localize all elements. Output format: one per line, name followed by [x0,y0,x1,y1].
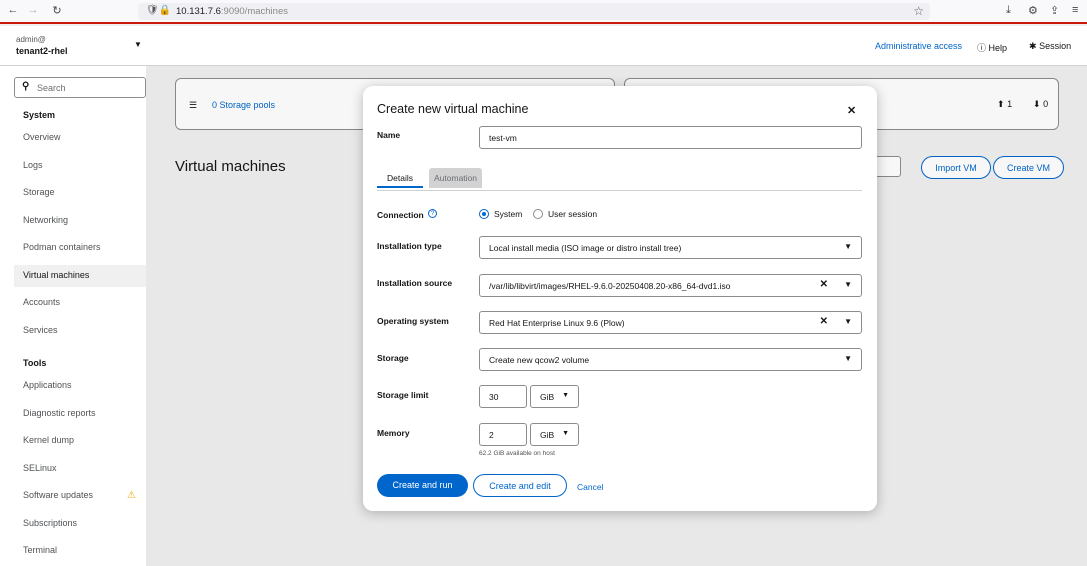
session-button[interactable]: ✱ Session [1029,41,1071,52]
share-icon[interactable]: ⇪ [1050,4,1059,17]
caret-down-icon: ▼ [562,392,569,399]
name-field[interactable]: test-vm [479,126,862,149]
search-icon: ⚲ [22,81,30,92]
sidebar-item-overview[interactable]: Overview [14,127,146,149]
installation-type-select[interactable]: Local install media (ISO image or distro… [479,236,862,259]
cancel-button[interactable]: Cancel [577,482,603,492]
caret-down-icon[interactable]: ▼ [844,317,852,326]
administrative-access-button[interactable]: Administrative access [875,41,962,51]
sidebar-item-terminal[interactable]: Terminal [14,540,146,562]
caret-down-icon[interactable]: ▼ [844,280,852,289]
memory-unit-select[interactable]: GiB ▼ [530,423,579,446]
host-name[interactable]: tenant2-rhel [16,46,68,56]
nav-section-tools: Tools [23,358,47,368]
storage-limit-label: Storage limit [377,390,429,400]
create-and-edit-button[interactable]: Create and edit [473,474,567,497]
connection-system-radio[interactable] [479,209,489,219]
sidebar-item-services[interactable]: Services [14,320,146,342]
help-circle-icon[interactable]: ? [428,209,437,218]
installation-type-label: Installation type [377,241,442,251]
create-vm-dialog: Create new virtual machine ✕ Name test-v… [363,86,877,511]
forward-arrow-icon[interactable]: → [26,4,40,16]
sidebar-item-subscriptions[interactable]: Subscriptions [14,513,146,535]
nav-section-system: System [23,110,56,120]
tab-automation[interactable]: Automation [429,168,482,188]
menu-icon[interactable]: ≡ [1072,4,1078,16]
sidebar-item-storage[interactable]: Storage [14,182,146,204]
host-user: admin@ [16,35,46,44]
shield-lock-icon[interactable]: 🛡🔒 [146,5,171,16]
help-button[interactable]: ⓘ Help [977,41,1007,54]
sidebar-item-applications[interactable]: Applications [14,375,146,397]
storage-limit-unit-value: GiB [540,392,555,402]
masthead: admin@ tenant2-rhel ▼ Administrative acc… [0,26,1087,66]
warning-icon: ⚠ [127,490,136,501]
sidebar-item-diagnostic-reports[interactable]: Diagnostic reports [14,403,146,425]
help-circle-icon: ⓘ [977,43,987,53]
sidebar-item-virtual-machines[interactable]: Virtual machines [14,265,146,287]
storage-limit-unit-select[interactable]: GiB ▼ [530,385,579,408]
installation-source-value: /var/lib/libvirt/images/RHEL-9.6.0-20250… [489,281,731,291]
close-icon[interactable]: ✕ [847,104,856,117]
search-placeholder: Search [37,83,66,93]
operating-system-value: Red Hat Enterprise Linux 9.6 (Plow) [489,318,625,328]
connection-label: Connection [377,210,424,220]
clear-icon[interactable]: ✕ [820,316,828,327]
connection-system-label[interactable]: System [494,209,522,219]
dialog-title: Create new virtual machine [377,102,529,116]
browser-toolbar: ← → ↻ 🛡🔒 10.131.7.6:9090/machines ☆ ⤓ ⚙ … [0,0,1087,24]
installation-source-label: Installation source [377,278,453,288]
create-and-run-button[interactable]: Create and run [377,474,468,497]
tab-details[interactable]: Details [377,168,423,188]
caret-down-icon[interactable]: ▼ [134,40,142,49]
memory-input[interactable]: 2 [479,423,527,446]
storage-value: Create new qcow2 volume [489,355,590,365]
download-icon[interactable]: ⤓ [1006,4,1011,17]
caret-down-icon: ▼ [844,242,852,251]
memory-label: Memory [377,428,410,438]
sidebar-item-accounts[interactable]: Accounts [14,292,146,314]
operating-system-label: Operating system [377,316,449,326]
back-arrow-icon[interactable]: ← [6,4,20,16]
storage-select[interactable]: Create new qcow2 volume ▼ [479,348,862,371]
installation-source-select[interactable]: /var/lib/libvirt/images/RHEL-9.6.0-20250… [479,274,862,297]
storage-label: Storage [377,353,409,363]
gear-icon: ✱ [1029,41,1037,51]
clear-icon[interactable]: ✕ [820,279,828,290]
operating-system-select[interactable]: Red Hat Enterprise Linux 9.6 (Plow) ✕ ▼ [479,311,862,334]
sidebar-item-kernel-dump[interactable]: Kernel dump [14,430,146,452]
sidebar-item-networking[interactable]: Networking [14,210,146,232]
caret-down-icon: ▼ [562,430,569,437]
storage-limit-input[interactable]: 30 [479,385,527,408]
search-input[interactable]: ⚲ Search [14,77,146,98]
memory-helper-text: 62.2 GiB available on host [479,450,555,457]
tab-divider [377,190,862,191]
sidebar-item-selinux[interactable]: SELinux [14,458,146,480]
memory-unit-value: GiB [540,430,555,440]
installation-type-value: Local install media (ISO image or distro… [489,243,682,253]
sidebar-item-logs[interactable]: Logs [14,155,146,177]
connection-user-session-radio[interactable] [533,209,543,219]
url-text: 10.131.7.6:9090/machines [176,6,288,17]
caret-down-icon: ▼ [844,354,852,363]
reload-icon[interactable]: ↻ [50,4,64,17]
address-bar[interactable]: 🛡🔒 10.131.7.6:9090/machines ☆ [138,3,930,20]
connection-user-session-label[interactable]: User session [548,209,597,219]
extension-icon[interactable]: ⚙ [1028,4,1038,17]
sidebar-item-podman-containers[interactable]: Podman containers [14,237,146,259]
star-icon[interactable]: ☆ [913,4,924,18]
name-label: Name [377,130,401,140]
